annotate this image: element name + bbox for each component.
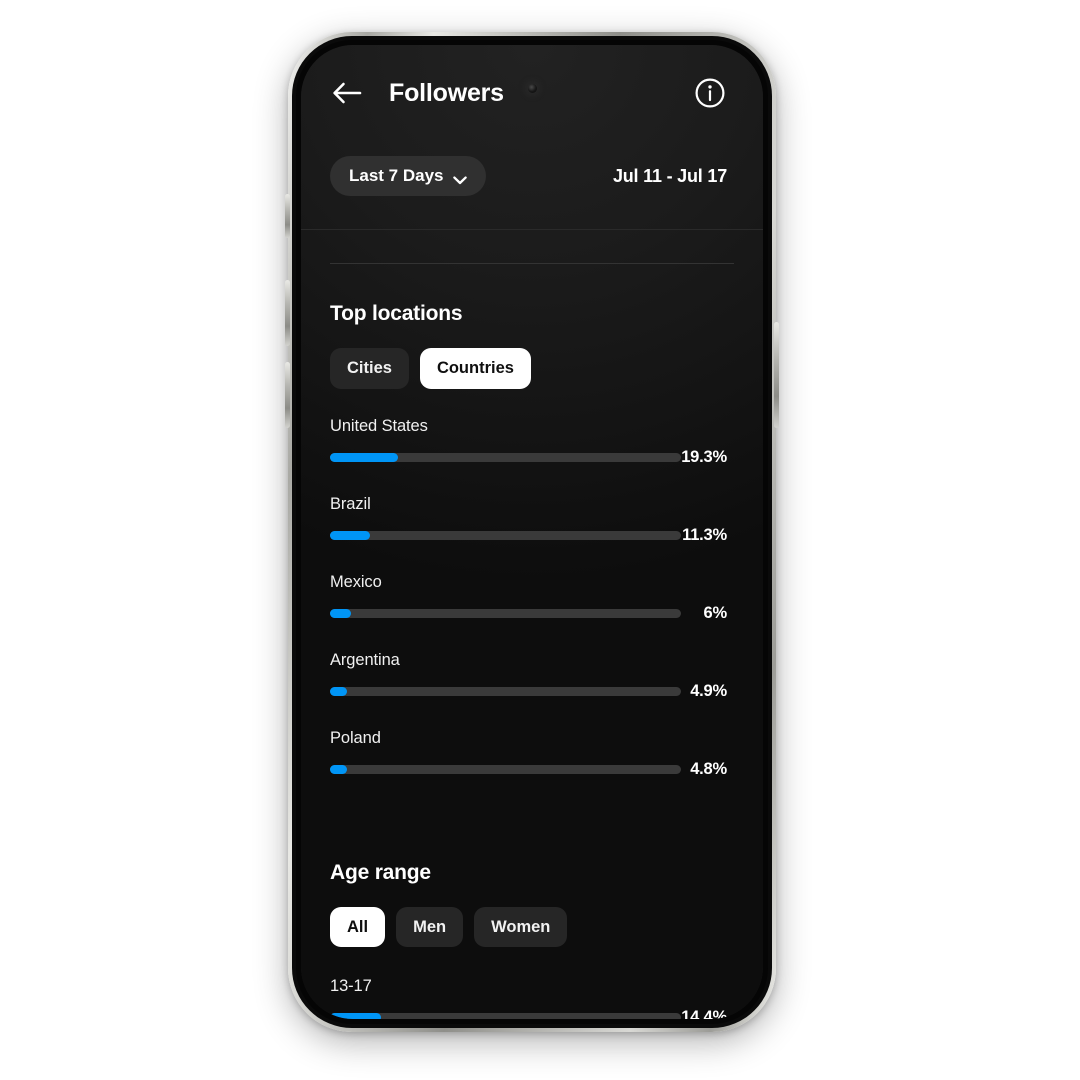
top-locations-bar-list: United States 19.3% Brazil 11.3% Mexico … [330, 417, 727, 779]
age-range-tabs: All Men Women [330, 906, 727, 947]
date-range-text: Jul 11 - Jul 17 [612, 165, 727, 186]
bar-track [330, 452, 681, 462]
bar-label: Mexico [330, 572, 382, 591]
tab-cities[interactable]: Cities [330, 348, 409, 389]
bar-track [330, 686, 681, 696]
list-item: Argentina 4.9% [330, 651, 727, 701]
app-header: Followers [301, 45, 763, 141]
page-title: Followers [389, 78, 504, 107]
tab-men-label: Men [413, 917, 447, 936]
bar-value: 4.9% [690, 681, 727, 700]
tab-men[interactable]: Men [396, 906, 464, 947]
bar-row: 6% [330, 604, 727, 623]
top-locations-tabs: Cities Countries [330, 348, 727, 389]
header-divider [301, 229, 763, 230]
bar-track [330, 530, 681, 540]
tab-all[interactable]: All [330, 906, 386, 947]
bar-track [330, 608, 681, 618]
tab-women[interactable]: Women [474, 906, 568, 947]
top-locations-title: Top locations [330, 302, 463, 325]
bar-fill [330, 764, 347, 774]
screenshot-canvas: Followers Last 7 Days Jul 11 - Jul 17 To… [0, 0, 1080, 1080]
date-range-selector[interactable]: Last 7 Days [330, 156, 486, 196]
insights-app: Followers Last 7 Days Jul 11 - Jul 17 To… [301, 45, 763, 1019]
bar-value: 6% [703, 603, 728, 622]
bar-label: Poland [330, 728, 381, 747]
power-button[interactable] [774, 322, 779, 428]
bar-value: 19.3% [681, 447, 727, 466]
bar-fill [330, 608, 352, 618]
section-divider [330, 263, 734, 264]
bar-value: 4.8% [690, 759, 727, 778]
volume-up-button[interactable] [285, 280, 290, 346]
list-item: United States 19.3% [330, 417, 727, 467]
bar-value: 11.3% [682, 525, 727, 544]
tab-all-label: All [347, 917, 369, 936]
bar-row: 4.8% [330, 760, 727, 779]
age-range-section: Age range All Men Women 13-17 14.4% [301, 860, 763, 1019]
bar-fill [330, 452, 398, 462]
back-button[interactable] [327, 73, 367, 113]
bar-row: 14.4% [330, 1008, 727, 1019]
volume-down-button[interactable] [285, 362, 290, 428]
arrow-left-icon [333, 82, 362, 104]
age-range-title: Age range [330, 860, 431, 884]
chevron-down-icon [452, 171, 467, 185]
list-item: Poland 4.8% [330, 729, 727, 779]
bar-row: 4.9% [330, 682, 727, 701]
list-item: Brazil 11.3% [330, 495, 727, 545]
list-item: 13-17 14.4% [330, 977, 727, 1019]
list-item: Mexico 6% [330, 573, 727, 623]
bar-label: United States [330, 416, 428, 435]
info-circle-icon [695, 78, 725, 108]
phone-device-frame: Followers Last 7 Days Jul 11 - Jul 17 To… [285, 32, 779, 1032]
tab-countries-label: Countries [436, 359, 514, 377]
phone-screen: Followers Last 7 Days Jul 11 - Jul 17 To… [301, 45, 763, 1019]
bar-label: 13-17 [330, 977, 372, 995]
tab-countries[interactable]: Countries [419, 348, 531, 389]
bar-row: 19.3% [330, 448, 727, 467]
bar-fill [330, 686, 348, 696]
age-range-bar-list: 13-17 14.4% 18-24 [330, 977, 727, 1019]
tab-women-label: Women [491, 917, 551, 936]
bar-track [330, 764, 681, 774]
date-filter-row: Last 7 Days Jul 11 - Jul 17 [301, 149, 763, 203]
date-range-selector-label: Last 7 Days [349, 166, 444, 185]
bar-value: 14.4% [681, 1008, 727, 1019]
action-button[interactable] [285, 194, 290, 238]
bar-fill [330, 1013, 381, 1019]
bar-row: 11.3% [330, 526, 727, 545]
tab-cities-label: Cities [347, 359, 392, 377]
phone-bezel: Followers Last 7 Days Jul 11 - Jul 17 To… [296, 40, 768, 1024]
info-button[interactable] [693, 76, 727, 110]
bar-fill [330, 530, 370, 540]
top-locations-section: Top locations Cities Countries United St… [301, 302, 763, 779]
bar-label: Brazil [330, 494, 371, 513]
bar-track [330, 1013, 681, 1019]
bar-label: Argentina [330, 650, 400, 669]
